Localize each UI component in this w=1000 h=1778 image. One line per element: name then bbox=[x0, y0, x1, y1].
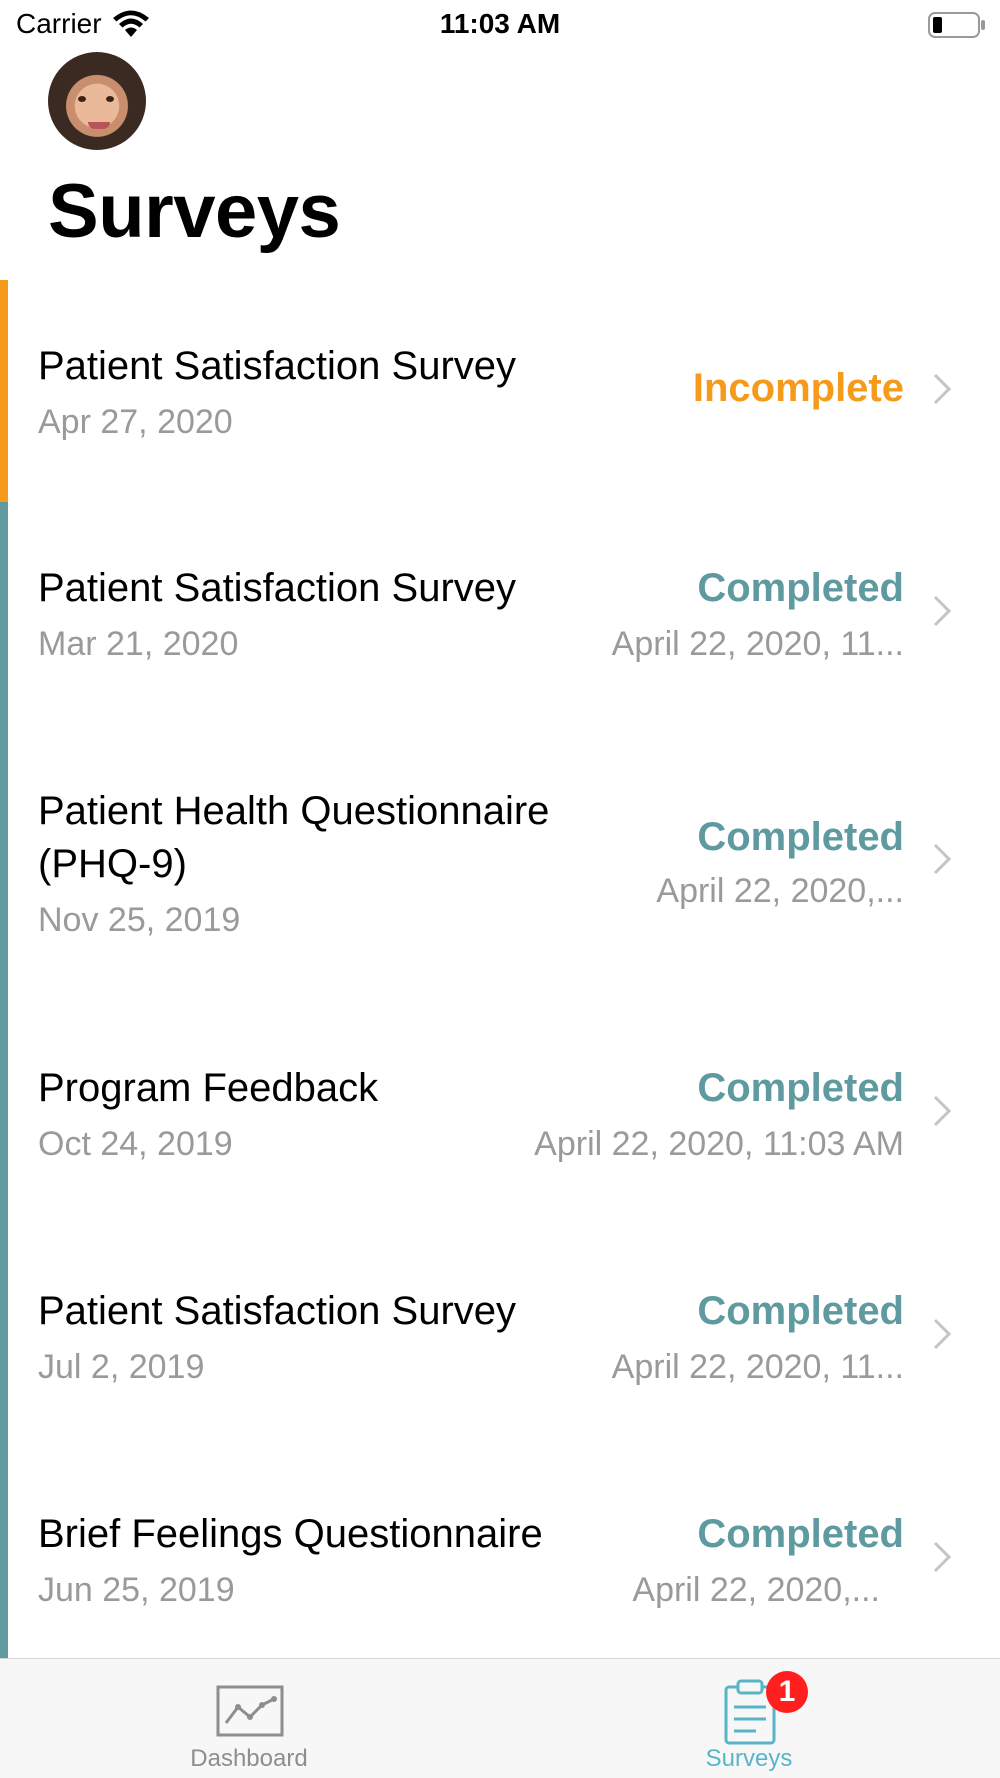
survey-title: Patient Satisfaction Survey bbox=[38, 1289, 517, 1333]
survey-title: Program Feedback bbox=[38, 1066, 379, 1110]
avatar-mouth bbox=[88, 122, 110, 129]
survey-completed-at: April 22, 2020,... bbox=[632, 1571, 880, 1609]
survey-title-line1: Patient Health Questionnaire bbox=[38, 789, 550, 833]
survey-row[interactable]: Program Feedback Oct 24, 2019 Completed … bbox=[0, 1002, 1000, 1225]
survey-row[interactable]: Patient Health Questionnaire (PHQ-9) Nov… bbox=[0, 726, 1000, 1002]
survey-date: Jul 2, 2019 bbox=[38, 1348, 205, 1386]
chevron-right-icon bbox=[933, 1318, 952, 1350]
survey-date: Oct 24, 2019 bbox=[38, 1125, 233, 1163]
status-bar: Carrier 11:03 AM bbox=[0, 0, 1000, 52]
survey-list: Patient Satisfaction Survey Apr 27, 2020… bbox=[0, 280, 1000, 1658]
tab-label: Dashboard bbox=[190, 1745, 308, 1772]
tab-surveys[interactable]: 1 Surveys bbox=[624, 1659, 874, 1778]
tab-label: Surveys bbox=[705, 1745, 793, 1772]
survey-status: Completed bbox=[697, 815, 904, 859]
survey-title: Patient Satisfaction Survey bbox=[38, 566, 517, 610]
survey-status: Incomplete bbox=[692, 366, 904, 410]
surveys-screen: Carrier 11:03 AM Surveys Patient Satisfa… bbox=[0, 0, 1000, 1778]
tab-dashboard[interactable]: Dashboard bbox=[124, 1659, 374, 1778]
chevron-right-icon bbox=[933, 843, 952, 875]
survey-date: Nov 25, 2019 bbox=[38, 901, 241, 939]
survey-row[interactable]: Brief Feelings Questionnaire Jun 25, 201… bbox=[0, 1448, 1000, 1658]
survey-status: Completed bbox=[697, 1066, 904, 1110]
page-title: Surveys bbox=[48, 169, 341, 254]
survey-title: Brief Feelings Questionnaire bbox=[38, 1512, 543, 1556]
survey-completed-at: April 22, 2020, 11... bbox=[611, 625, 904, 663]
avatar[interactable] bbox=[48, 52, 146, 150]
survey-date: Jun 25, 2019 bbox=[38, 1571, 235, 1609]
survey-row[interactable]: Patient Satisfaction Survey Apr 27, 2020… bbox=[0, 280, 1000, 502]
chevron-right-icon bbox=[933, 1541, 952, 1573]
avatar-eye bbox=[78, 96, 86, 102]
survey-status: Completed bbox=[697, 1512, 904, 1556]
survey-row[interactable]: Patient Satisfaction Survey Mar 21, 2020… bbox=[0, 502, 1000, 726]
battery-icon bbox=[928, 12, 985, 38]
chevron-right-icon bbox=[933, 1095, 952, 1127]
survey-status: Completed bbox=[697, 566, 904, 610]
survey-title: Patient Satisfaction Survey bbox=[38, 344, 517, 388]
survey-row[interactable]: Patient Satisfaction Survey Jul 2, 2019 … bbox=[0, 1225, 1000, 1448]
survey-status: Completed bbox=[697, 1289, 904, 1333]
avatar-eye bbox=[106, 96, 114, 102]
survey-completed-at: April 22, 2020, 11:03 AM bbox=[534, 1125, 904, 1163]
tab-bar: Dashboard 1 Surveys bbox=[0, 1658, 1000, 1778]
chevron-right-icon bbox=[933, 373, 952, 405]
notification-badge: 1 bbox=[766, 1671, 808, 1713]
chevron-right-icon bbox=[933, 595, 952, 627]
survey-completed-at: April 22, 2020, 11... bbox=[611, 1348, 904, 1386]
chart-line-icon bbox=[216, 1685, 284, 1737]
survey-date: Mar 21, 2020 bbox=[38, 625, 239, 663]
survey-completed-at: April 22, 2020,... bbox=[656, 872, 904, 910]
survey-date: Apr 27, 2020 bbox=[38, 403, 233, 441]
survey-title-line2: (PHQ-9) bbox=[38, 842, 187, 886]
status-time: 11:03 AM bbox=[439, 8, 561, 39]
